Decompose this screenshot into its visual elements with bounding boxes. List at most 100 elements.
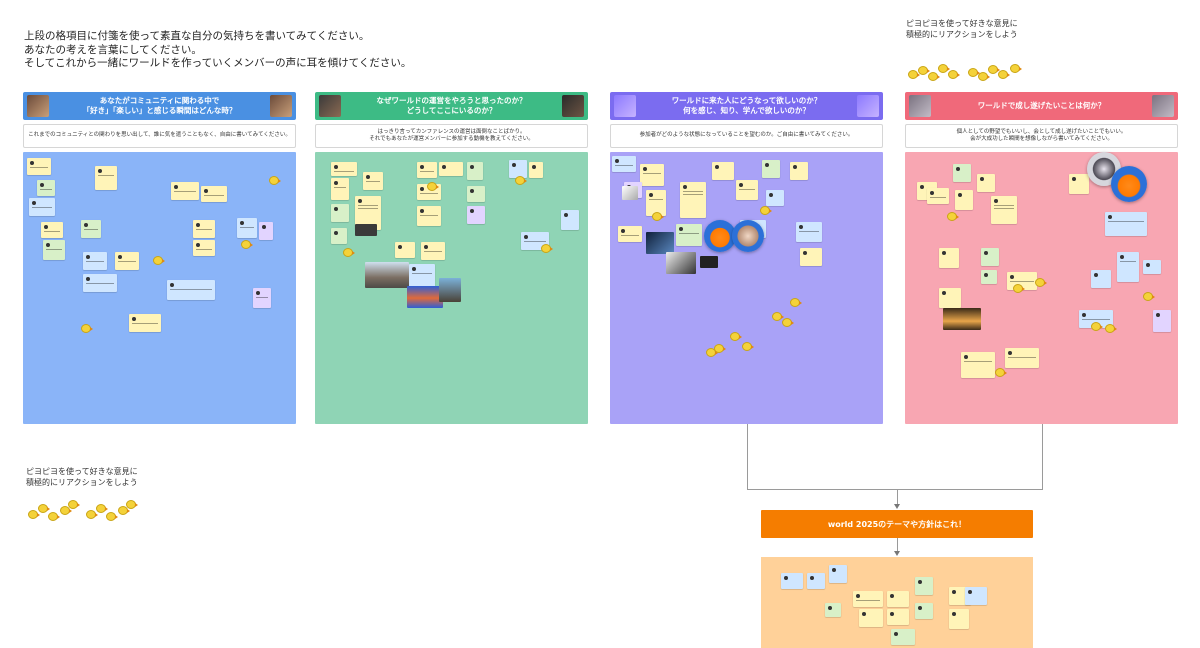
sticky-note[interactable]	[1153, 310, 1171, 332]
sticky-note[interactable]	[981, 248, 999, 266]
sticky-note[interactable]	[417, 206, 441, 226]
sticky-note[interactable]	[43, 240, 65, 260]
sticky-note[interactable]	[781, 573, 803, 589]
sticky-note[interactable]	[1005, 348, 1039, 368]
sticky-note[interactable]	[618, 226, 642, 242]
chick-icon[interactable]	[241, 240, 253, 249]
sticky-note[interactable]	[790, 162, 808, 180]
sticky-note[interactable]	[991, 196, 1017, 224]
sticky-note[interactable]	[1105, 212, 1147, 236]
photo-icon[interactable]	[439, 278, 461, 302]
sticky-note[interactable]	[421, 242, 445, 260]
sticky-note[interactable]	[800, 248, 822, 266]
sticky-note[interactable]	[37, 180, 55, 196]
sticky-note[interactable]	[965, 587, 987, 605]
sticky-note[interactable]	[825, 603, 841, 617]
sticky-note[interactable]	[331, 228, 347, 244]
sticky-note[interactable]	[829, 565, 847, 583]
sticky-note[interactable]	[981, 270, 997, 284]
chick-icon[interactable]	[1013, 284, 1025, 293]
sticky-note[interactable]	[193, 240, 215, 256]
sticky-note[interactable]	[887, 591, 909, 607]
sticky-note[interactable]	[915, 577, 933, 595]
sticky-note[interactable]	[409, 264, 435, 288]
chick-icon[interactable]	[126, 500, 138, 509]
chick-icon[interactable]	[978, 72, 990, 81]
chick-icon[interactable]	[515, 176, 527, 185]
reaction-chicks-top[interactable]	[906, 62, 1036, 82]
reaction-avatar-bubble[interactable]	[732, 220, 764, 252]
chick-icon[interactable]	[782, 318, 794, 327]
chick-icon[interactable]	[742, 342, 754, 351]
chick-icon[interactable]	[81, 324, 93, 333]
chick-icon[interactable]	[1010, 64, 1022, 73]
sticky-note[interactable]	[1143, 260, 1161, 274]
sticky-note[interactable]	[736, 180, 758, 200]
sticky-board[interactable]	[610, 152, 883, 424]
chick-icon[interactable]	[988, 65, 1000, 74]
chick-icon[interactable]	[652, 212, 664, 221]
photo-icon[interactable]	[365, 262, 409, 288]
photo-icon[interactable]	[355, 224, 377, 236]
sticky-note[interactable]	[27, 158, 51, 175]
sticky-note[interactable]	[953, 164, 971, 182]
sticky-board[interactable]	[905, 152, 1178, 424]
chick-icon[interactable]	[1143, 292, 1155, 301]
chick-icon[interactable]	[343, 248, 355, 257]
sticky-note[interactable]	[363, 172, 383, 190]
reaction-avatar-bubble[interactable]	[1111, 166, 1147, 202]
photo-icon[interactable]	[646, 232, 674, 254]
sticky-board[interactable]	[315, 152, 588, 424]
reaction-chicks-bottom[interactable]	[26, 500, 138, 521]
chick-icon[interactable]	[86, 510, 98, 519]
sticky-note[interactable]	[676, 224, 702, 246]
sticky-note[interactable]	[95, 166, 117, 190]
chick-icon[interactable]	[948, 70, 960, 79]
chick-icon[interactable]	[106, 512, 118, 521]
sticky-note[interactable]	[331, 162, 357, 176]
chick-icon[interactable]	[706, 348, 718, 357]
sticky-note[interactable]	[81, 220, 101, 238]
chick-icon[interactable]	[48, 512, 60, 521]
sticky-note[interactable]	[331, 204, 349, 222]
chick-icon[interactable]	[938, 64, 950, 73]
chick-icon[interactable]	[541, 244, 553, 253]
chick-icon[interactable]	[998, 70, 1010, 79]
chick-icon[interactable]	[68, 500, 80, 509]
photo-icon[interactable]	[407, 286, 443, 308]
sticky-note[interactable]	[467, 186, 485, 202]
chick-icon[interactable]	[760, 206, 772, 215]
chick-icon[interactable]	[947, 212, 959, 221]
sticky-note[interactable]	[395, 242, 415, 258]
sticky-note[interactable]	[915, 603, 933, 619]
sticky-note[interactable]	[977, 174, 995, 192]
sticky-note[interactable]	[561, 210, 579, 230]
sticky-note[interactable]	[83, 252, 107, 270]
sticky-note[interactable]	[939, 288, 961, 308]
sticky-note[interactable]	[29, 198, 55, 216]
sticky-note[interactable]	[201, 186, 227, 202]
chick-icon[interactable]	[790, 298, 802, 307]
chick-icon[interactable]	[153, 256, 165, 265]
sticky-note[interactable]	[807, 573, 825, 589]
sticky-note[interactable]	[253, 288, 271, 308]
chick-icon[interactable]	[1091, 322, 1103, 331]
photo-icon[interactable]	[700, 256, 718, 268]
sticky-note[interactable]	[853, 591, 883, 607]
chick-icon[interactable]	[1035, 278, 1047, 287]
sticky-note[interactable]	[887, 609, 909, 625]
sticky-note[interactable]	[167, 280, 215, 300]
sticky-note[interactable]	[115, 252, 139, 270]
sticky-note[interactable]	[259, 222, 273, 240]
sticky-note[interactable]	[961, 352, 995, 378]
sticky-note[interactable]	[927, 188, 949, 204]
sticky-note[interactable]	[939, 248, 959, 268]
chick-icon[interactable]	[772, 312, 784, 321]
chick-icon[interactable]	[968, 68, 980, 77]
sticky-note[interactable]	[129, 314, 161, 332]
sticky-note[interactable]	[171, 182, 199, 200]
world-theme-board[interactable]	[761, 557, 1033, 648]
chick-icon[interactable]	[918, 66, 930, 75]
chick-icon[interactable]	[908, 70, 920, 79]
sticky-note[interactable]	[439, 162, 463, 176]
